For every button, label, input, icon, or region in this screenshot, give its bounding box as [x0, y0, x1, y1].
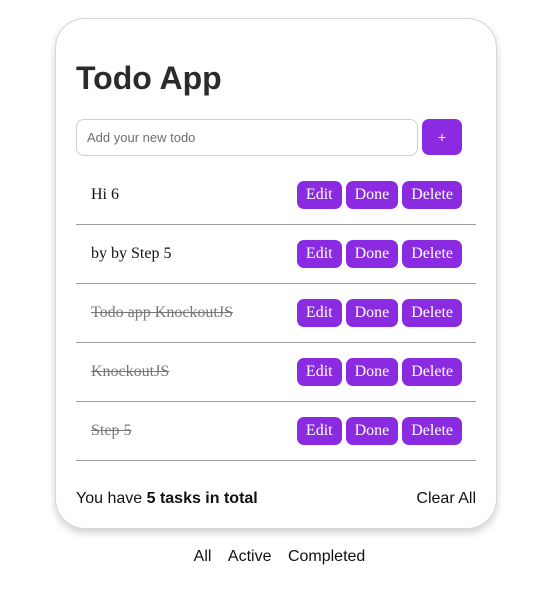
delete-button[interactable]: Delete — [402, 417, 462, 445]
task-summary: You have 5 tasks in total — [76, 490, 258, 508]
todo-actions: Edit Done Delete — [296, 417, 462, 445]
todo-text: KnockoutJS — [91, 363, 170, 380]
filter-active[interactable]: Active — [228, 548, 272, 565]
delete-button[interactable]: Delete — [402, 181, 462, 209]
new-todo-input[interactable] — [76, 119, 418, 156]
delete-button[interactable]: Delete — [402, 358, 462, 386]
edit-button[interactable]: Edit — [296, 417, 342, 445]
add-todo-button[interactable]: + — [422, 119, 462, 155]
todo-text: by by Step 5 — [91, 245, 172, 262]
todo-actions: Edit Done Delete — [296, 181, 462, 209]
todo-item: Step 5 Edit Done Delete — [76, 402, 476, 461]
todo-item: Hi 6 Edit Done Delete — [76, 166, 476, 225]
todo-text: Todo app KnockoutJS — [91, 304, 233, 321]
summary-count: 5 tasks in total — [146, 490, 258, 507]
edit-button[interactable]: Edit — [296, 240, 342, 268]
filter-bar: All Active Completed — [0, 548, 559, 566]
todo-text: Hi 6 — [91, 186, 119, 203]
edit-button[interactable]: Edit — [296, 358, 342, 386]
done-button[interactable]: Done — [345, 358, 399, 386]
app-title: Todo App — [76, 60, 222, 96]
summary-prefix: You have — [76, 490, 143, 507]
filter-completed[interactable]: Completed — [288, 548, 365, 565]
done-button[interactable]: Done — [345, 299, 399, 327]
delete-button[interactable]: Delete — [402, 299, 462, 327]
todo-item: Todo app KnockoutJS Edit Done Delete — [76, 284, 476, 343]
delete-button[interactable]: Delete — [402, 240, 462, 268]
todo-card: Todo App + Hi 6 Edit Done Delete by by S… — [55, 18, 497, 529]
todo-item: by by Step 5 Edit Done Delete — [76, 225, 476, 284]
edit-button[interactable]: Edit — [296, 181, 342, 209]
todo-list: Hi 6 Edit Done Delete by by Step 5 Edit … — [76, 166, 476, 461]
done-button[interactable]: Done — [345, 181, 399, 209]
todo-item: KnockoutJS Edit Done Delete — [76, 343, 476, 402]
todo-text: Step 5 — [91, 422, 132, 439]
edit-button[interactable]: Edit — [296, 299, 342, 327]
filter-all[interactable]: All — [194, 548, 212, 565]
done-button[interactable]: Done — [345, 417, 399, 445]
todo-actions: Edit Done Delete — [296, 240, 462, 268]
todo-actions: Edit Done Delete — [296, 299, 462, 327]
done-button[interactable]: Done — [345, 240, 399, 268]
todo-actions: Edit Done Delete — [296, 358, 462, 386]
clear-all-button[interactable]: Clear All — [416, 490, 476, 508]
